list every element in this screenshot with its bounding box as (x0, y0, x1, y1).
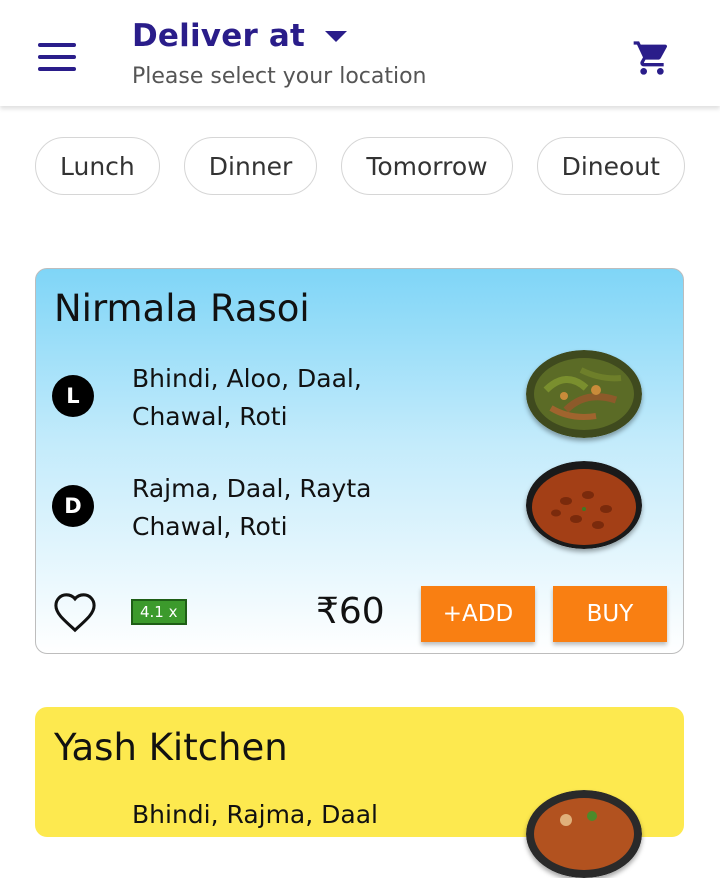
location-subtitle[interactable]: Please select your location (132, 64, 427, 89)
add-button[interactable]: +ADD (421, 586, 535, 642)
lunch-menu-line1: Bhindi, Rajma, Daal (132, 800, 378, 829)
kitchen-name: Nirmala Rasoi (54, 287, 310, 330)
buy-button[interactable]: BUY (553, 586, 667, 642)
rajma-dish-image (526, 461, 642, 549)
meal-filter-chips: Lunch Dinner Tomorrow Dineout (35, 137, 685, 195)
chip-dineout[interactable]: Dineout (536, 137, 685, 195)
location-selector[interactable]: Deliver at (132, 18, 348, 54)
deliver-title: Deliver at (132, 18, 306, 54)
cart-icon[interactable] (632, 38, 672, 78)
dinner-menu: Rajma, Daal, Rayta Chawal, Roti (132, 470, 432, 546)
price: ₹60 (316, 591, 385, 632)
chip-dinner[interactable]: Dinner (183, 137, 318, 195)
favorite-heart-icon[interactable] (52, 591, 98, 633)
dinner-badge: D (52, 485, 94, 527)
lunch-menu: Bhindi, Aloo, Daal, Chawal, Roti (132, 360, 432, 436)
lunch-menu-line1: Bhindi, Aloo, Daal, (132, 364, 362, 393)
app-header: Deliver at Please select your location (0, 0, 720, 106)
bhindi-dish-image (526, 350, 642, 438)
dish-image (526, 790, 642, 878)
dinner-menu-line1: Rajma, Daal, Rayta (132, 474, 372, 503)
kitchen-card[interactable]: Nirmala Rasoi L Bhindi, Aloo, Daal, Chaw… (35, 268, 684, 654)
caret-down-icon[interactable] (325, 30, 348, 42)
rating-badge: 4.1 x (131, 599, 187, 625)
chip-tomorrow[interactable]: Tomorrow (341, 137, 513, 195)
dinner-menu-line2: Chawal, Roti (132, 512, 288, 541)
kitchen-name: Yash Kitchen (54, 726, 288, 769)
lunch-menu-line2: Chawal, Roti (132, 402, 288, 431)
lunch-badge: L (52, 375, 94, 417)
chip-lunch[interactable]: Lunch (35, 137, 160, 195)
hamburger-menu-icon[interactable] (38, 43, 76, 71)
kitchen-card[interactable]: Yash Kitchen Bhindi, Rajma, Daal (35, 707, 684, 878)
